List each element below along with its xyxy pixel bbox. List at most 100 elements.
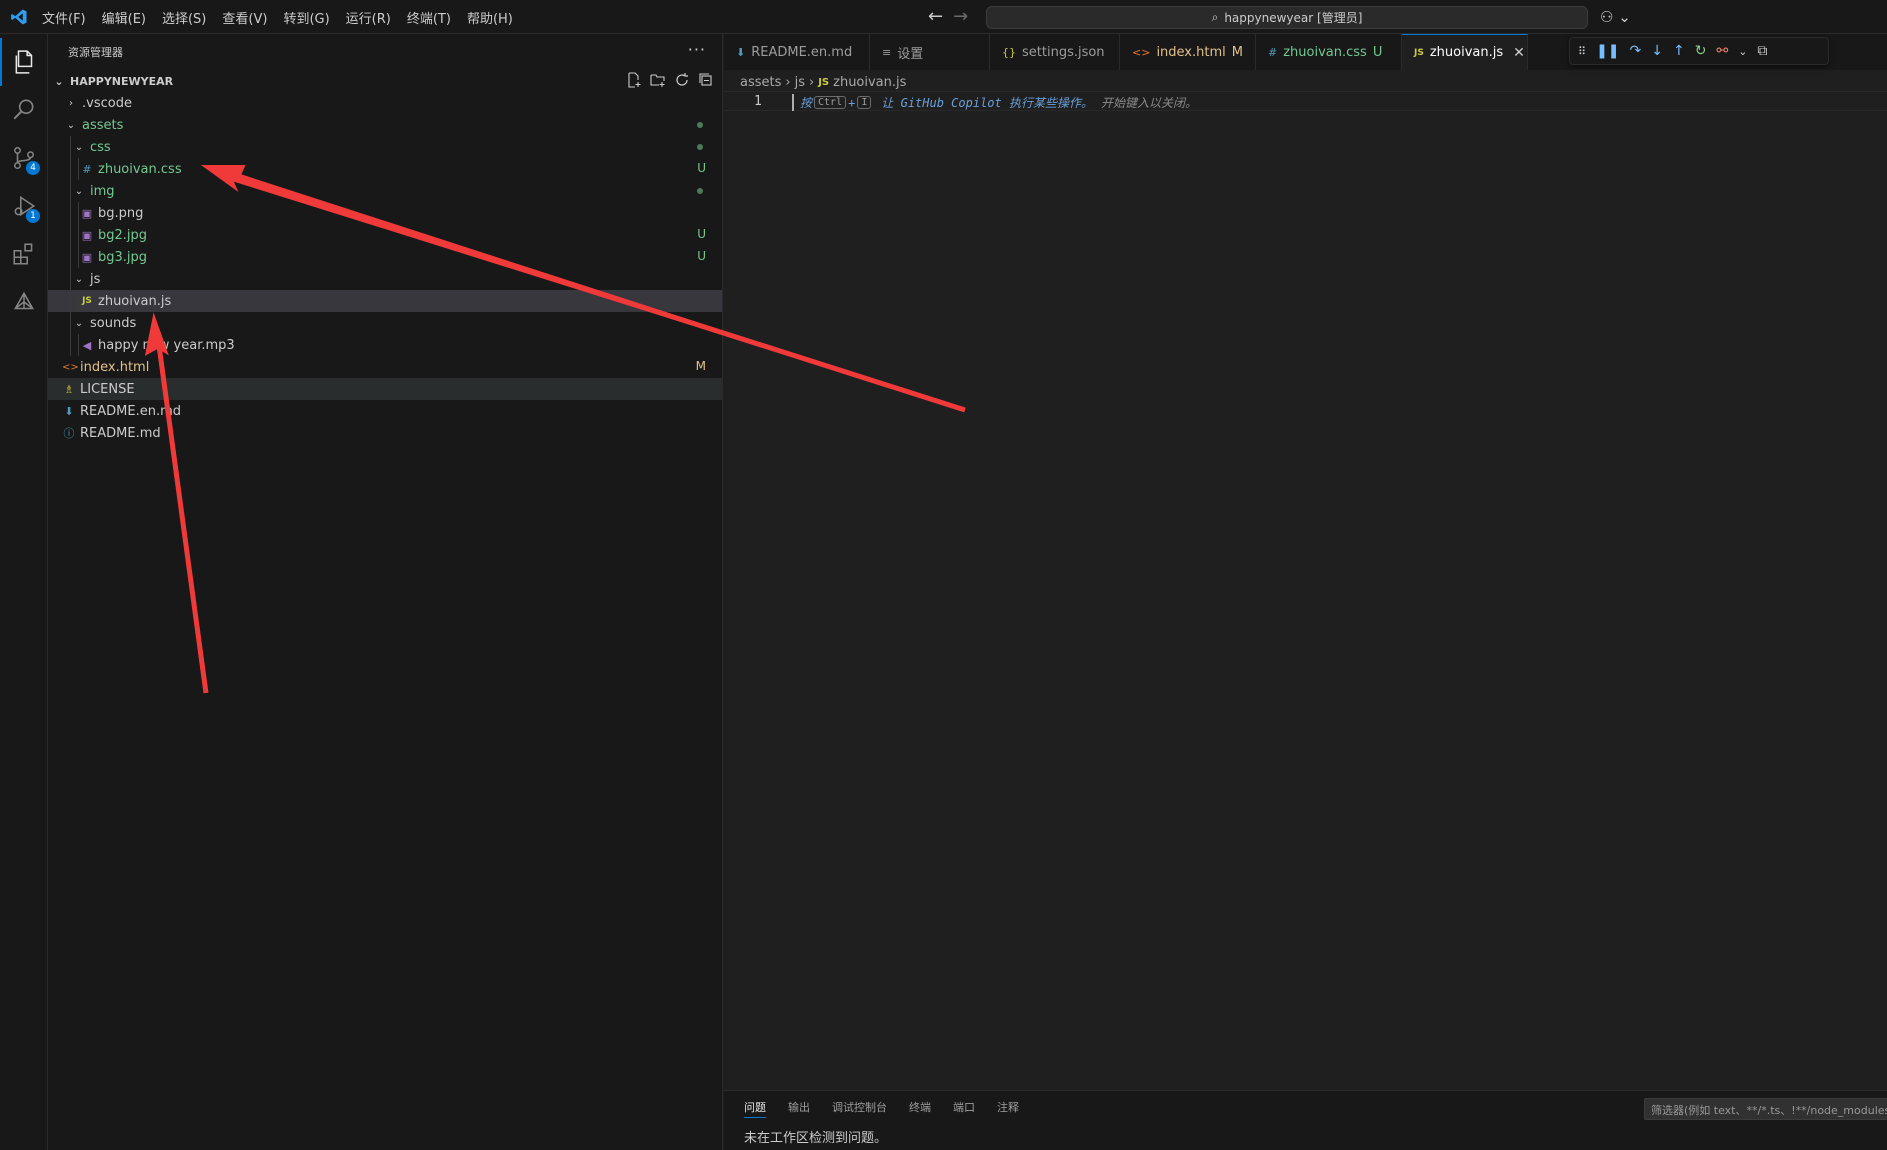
breadcrumb-file[interactable]: zhuoivan.js — [833, 75, 906, 90]
tree-item-mp3[interactable]: ◀ happy new year.mp3 — [48, 334, 722, 356]
indent-guide — [78, 246, 79, 268]
tree-item-zhuoivan-js[interactable]: JS zhuoivan.js — [48, 290, 722, 312]
close-icon[interactable]: ✕ — [1513, 45, 1525, 61]
tree-item-index-html[interactable]: <> index.html M — [48, 356, 722, 378]
forward-arrow-icon[interactable]: → — [953, 6, 968, 27]
collapse-all-icon[interactable] — [698, 72, 714, 88]
tab-zhuoivan-js[interactable]: JS zhuoivan.js ✕ — [1402, 34, 1528, 70]
more-actions-icon[interactable]: ··· — [688, 40, 706, 59]
js-file-icon: JS — [1414, 47, 1424, 58]
indent-guide — [78, 158, 79, 180]
indent-guide — [70, 224, 71, 246]
tree-item-zhuoivan-css[interactable]: # zhuoivan.css U — [48, 158, 722, 180]
status-dot — [697, 122, 703, 128]
indent-guide — [78, 224, 79, 246]
tab-settings[interactable]: ≡ 设置 — [870, 34, 990, 70]
tree-item-bg2-jpg[interactable]: ▣ bg2.jpg U — [48, 224, 722, 246]
tree-item-css[interactable]: ⌄ css — [48, 136, 722, 158]
disconnect-icon[interactable]: ⚯ — [1716, 43, 1728, 59]
tree-item-img[interactable]: ⌄ img — [48, 180, 722, 202]
chevron-down-icon: ⌄ — [54, 74, 64, 88]
tab-comments[interactable]: 注释 — [997, 1099, 1019, 1118]
tree-item-label: LICENSE — [80, 381, 135, 397]
source-control-icon[interactable]: 4 — [0, 134, 48, 182]
indent-guide — [70, 312, 71, 334]
step-out-icon[interactable]: ↑ — [1673, 43, 1685, 59]
menu-help[interactable]: 帮助(H) — [467, 8, 513, 27]
new-file-icon[interactable] — [626, 72, 642, 88]
tree-item-readme-en[interactable]: ⬇ README.en.md — [48, 400, 722, 422]
tab-index-html[interactable]: <> index.html M — [1120, 34, 1256, 70]
tab-output[interactable]: 输出 — [788, 1099, 810, 1118]
explorer-icon[interactable] — [0, 38, 48, 86]
back-arrow-icon[interactable]: ← — [928, 6, 943, 27]
menu-file[interactable]: 文件(F) — [42, 8, 86, 27]
tab-zhuoivan-css[interactable]: # zhuoivan.css U — [1256, 34, 1402, 70]
copilot-hint: 按 Ctrl + I 让 GitHub Copilot 执行某些操作。 开始键入… — [800, 94, 1197, 111]
git-status-untracked: U — [697, 161, 706, 175]
workspace-section-header[interactable]: ⌄ HAPPYNEWYEAR — [48, 70, 722, 92]
menu-edit[interactable]: 编辑(E) — [102, 8, 146, 27]
tree-item-label: zhuoivan.css — [98, 161, 182, 177]
git-status-modified: M — [1231, 44, 1243, 60]
tab-settings-json[interactable]: {} settings.json — [990, 34, 1120, 70]
workspace-title: happynewyear [管理员] — [1224, 11, 1363, 25]
drag-handle-icon[interactable]: ⠿ — [1578, 45, 1586, 58]
tab-ports[interactable]: 端口 — [953, 1099, 975, 1118]
tree-item-sounds[interactable]: ⌄ sounds — [48, 312, 722, 334]
search-icon: ⌕ — [1211, 10, 1219, 24]
extensions-icon[interactable] — [0, 230, 48, 278]
indent-guide — [70, 158, 71, 180]
hint-key-i: I — [857, 96, 872, 109]
search-sidebar-icon[interactable] — [0, 86, 48, 134]
tab-readme-en[interactable]: ⬇ README.en.md — [724, 34, 870, 70]
sidebar-title: 资源管理器 — [68, 46, 123, 59]
html-file-icon: <> — [1132, 45, 1151, 59]
tree-item-label: happy new year.mp3 — [98, 337, 235, 353]
tree-item-label: .vscode — [82, 95, 132, 111]
refresh-icon[interactable] — [674, 72, 690, 88]
problems-message: 未在工作区检测到问题。 — [744, 1131, 888, 1146]
breadcrumb-assets[interactable]: assets — [740, 75, 781, 90]
problems-filter-input[interactable]: 筛选器(例如 text、**/*.ts、!**/node_modules/**) — [1644, 1098, 1887, 1120]
chevron-down-icon: ⌄ — [74, 185, 84, 197]
new-folder-icon[interactable] — [650, 72, 666, 88]
tab-problems[interactable]: 问题 — [744, 1099, 766, 1118]
tab-debug-console[interactable]: 调试控制台 — [832, 1099, 887, 1118]
copilot-menu-icon[interactable]: ⚇ ⌄ — [1600, 8, 1631, 26]
menu-selection[interactable]: 选择(S) — [162, 8, 206, 27]
tree-item-readme[interactable]: ⓘ README.md — [48, 422, 722, 444]
command-center-search[interactable]: ⌕ happynewyear [管理员] — [986, 6, 1588, 29]
indent-guide — [70, 202, 71, 224]
hint-dismiss: 开始键入以关闭。 — [1100, 96, 1197, 110]
markdown-file-icon: ⬇ — [64, 404, 74, 418]
tab-label: zhuoivan.css — [1283, 44, 1367, 60]
tab-label: 设置 — [897, 46, 924, 62]
tree-item-bg3-jpg[interactable]: ▣ bg3.jpg U — [48, 246, 722, 268]
tree-item-vscode[interactable]: › .vscode — [48, 92, 722, 114]
git-status-untracked: U — [697, 249, 706, 263]
tree-item-js[interactable]: ⌄ js — [48, 268, 722, 290]
editor-current-line[interactable]: 1 按 Ctrl + I 让 GitHub Copilot 执行某些操作。 开始… — [724, 91, 1887, 111]
menu-view[interactable]: 查看(V) — [222, 8, 267, 27]
menu-go[interactable]: 转到(G) — [283, 8, 329, 27]
chevron-down-icon[interactable]: ⌄ — [1738, 45, 1747, 58]
breadcrumb-js[interactable]: js — [795, 75, 805, 90]
pause-icon[interactable]: ❚❚ — [1596, 43, 1619, 59]
tree-item-license[interactable]: ♗ LICENSE — [48, 378, 722, 400]
remote-explorer-icon[interactable] — [0, 278, 48, 326]
tab-terminal[interactable]: 终端 — [909, 1099, 931, 1118]
step-over-icon[interactable]: ↷ — [1630, 43, 1642, 59]
restart-icon[interactable]: ↻ — [1695, 43, 1707, 59]
tree-item-assets[interactable]: ⌄ assets — [48, 114, 722, 136]
menu-run[interactable]: 运行(R) — [346, 8, 391, 27]
menu-terminal[interactable]: 终端(T) — [407, 8, 451, 27]
chevron-right-icon: › — [69, 97, 73, 109]
run-debug-icon[interactable]: 1 — [0, 182, 48, 230]
tree-item-bg-png[interactable]: ▣ bg.png — [48, 202, 722, 224]
inspect-icon[interactable]: ⧉ — [1757, 43, 1767, 59]
explorer-sidebar: 资源管理器 ··· ⌄ HAPPYNEWYEAR › .vscode ⌄ ass… — [48, 34, 723, 1150]
indent-guide — [70, 180, 71, 202]
indent-guide — [78, 290, 79, 312]
step-into-icon[interactable]: ↓ — [1651, 43, 1663, 59]
